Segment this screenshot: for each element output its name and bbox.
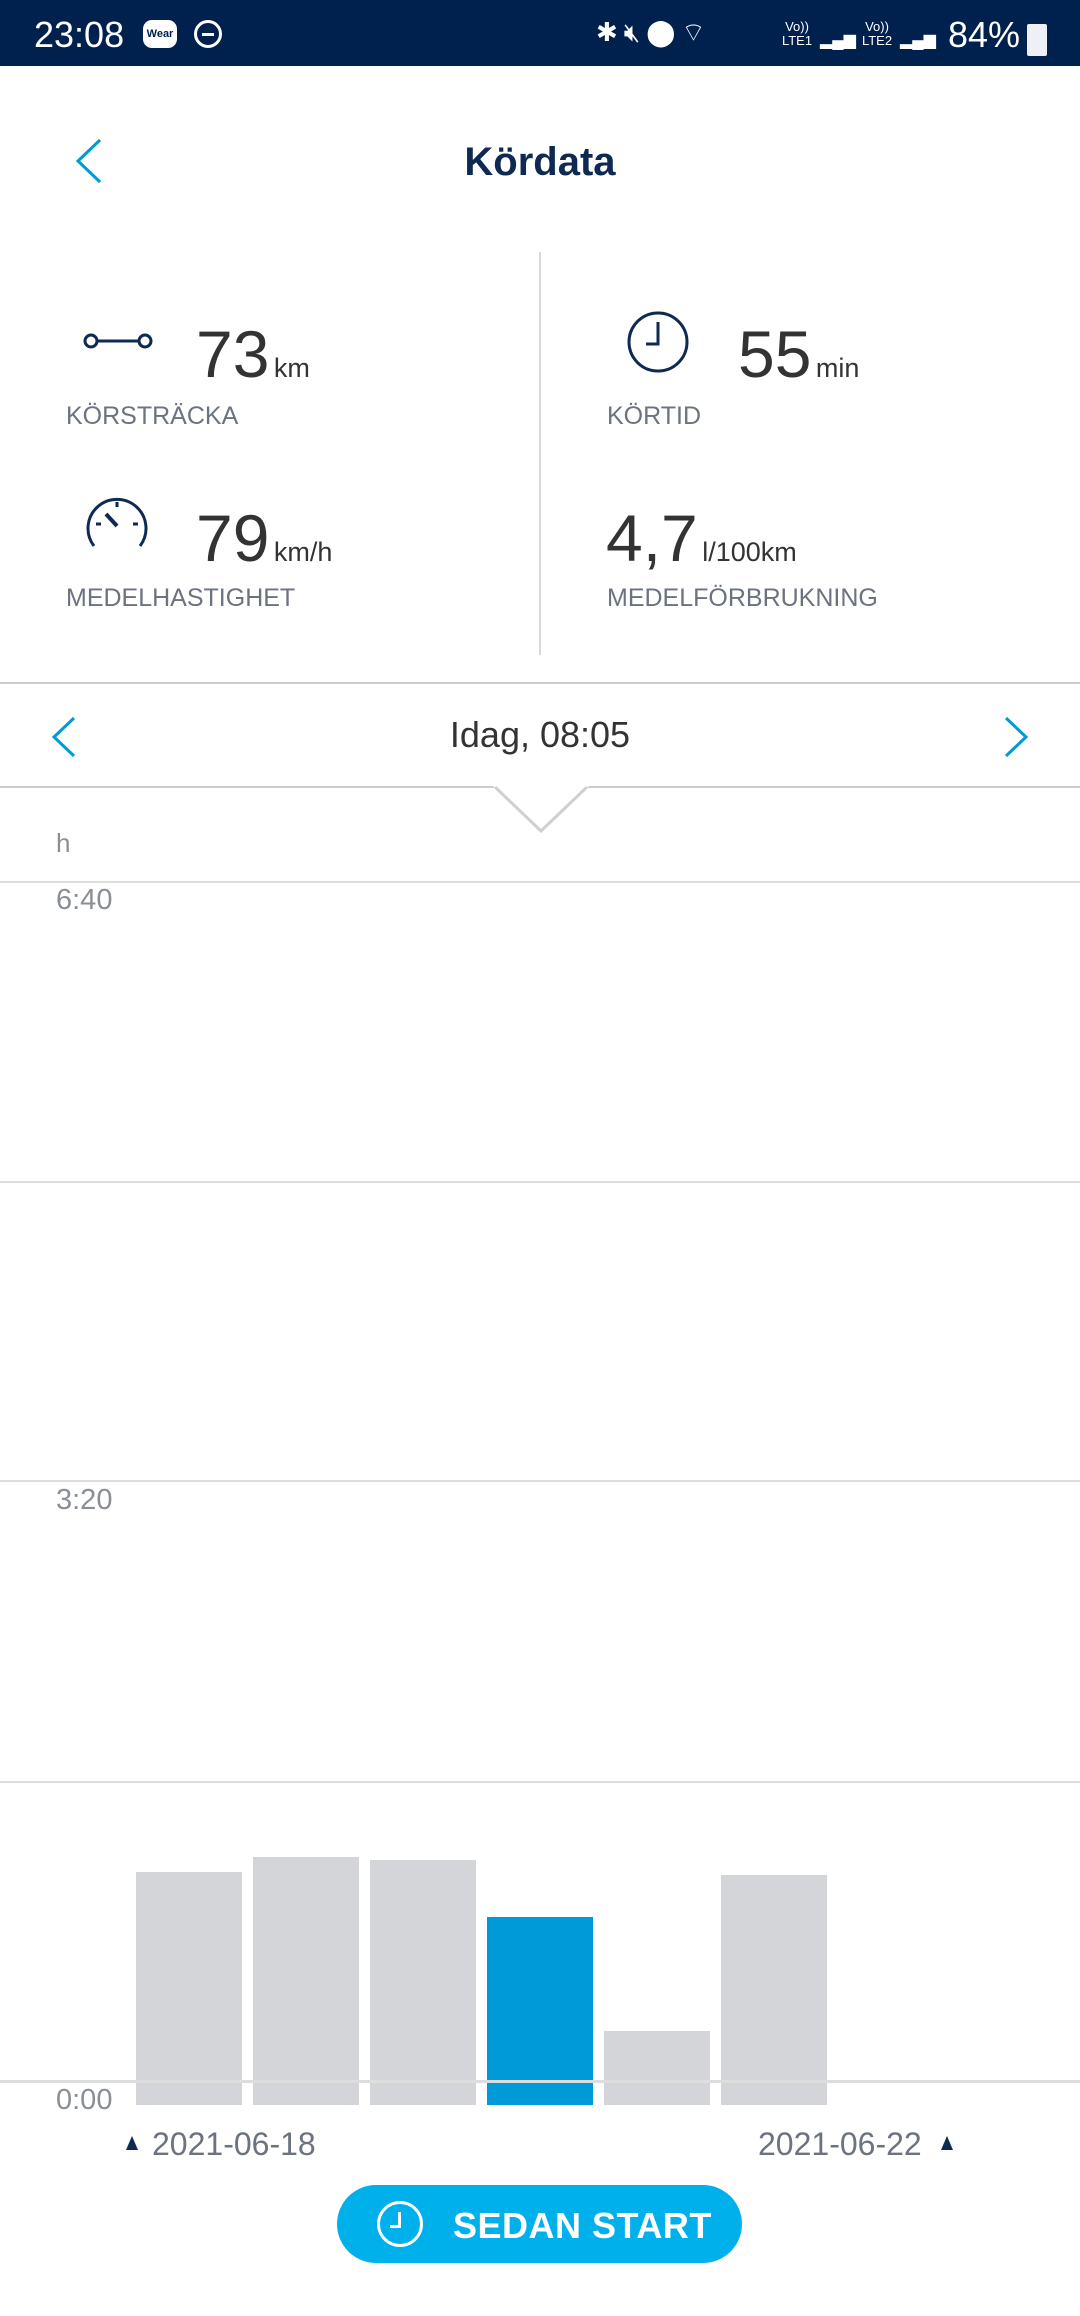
gridline (0, 1480, 1080, 1482)
bar[interactable] (370, 1860, 476, 2105)
consumption-label: MEDELFÖRBRUKNING (607, 584, 878, 612)
battery-icon (1027, 24, 1047, 56)
time-value: 55 (738, 317, 812, 391)
speed-label: MEDELHASTIGHET (66, 584, 296, 612)
gridline (0, 1781, 1080, 1783)
gridline (0, 1181, 1080, 1183)
time-unit: min (815, 353, 860, 383)
status-time: 23:08 (34, 14, 125, 55)
speed-stat: 79 km/h (196, 500, 332, 576)
lte1-label: Vo)) LTE1 (781, 19, 813, 48)
speed-unit: km/h (273, 537, 333, 567)
do-not-disturb-icon (194, 20, 222, 48)
clock-icon (627, 311, 689, 373)
bar[interactable] (721, 1875, 827, 2105)
time-stat: 55 min (738, 316, 859, 392)
distance-label: KÖRSTRÄCKA (66, 402, 239, 430)
mute-icon: 🔇︎ (623, 17, 647, 47)
divider (539, 252, 541, 655)
lte2-label: Vo)) LTE2 (861, 19, 893, 48)
lte1-signal-icon: ▂▄▆ (820, 32, 856, 49)
speed-value: 79 (196, 501, 270, 575)
end-marker-icon (941, 2136, 953, 2150)
x-label-end: 2021-06-22 (758, 2126, 922, 2162)
gridline (0, 881, 1080, 883)
y-tick-label: 0:00 (56, 2084, 113, 2116)
wifi-icon: ⌔ (681, 17, 712, 47)
speedometer-icon (86, 497, 148, 547)
since-start-label: SEDAN START (453, 2205, 712, 2246)
location-icon: ⬤ (646, 17, 682, 47)
start-marker-icon (126, 2136, 138, 2150)
current-date: Idag, 08:05 (449, 714, 631, 755)
distance-unit: km (273, 353, 310, 383)
since-start-button[interactable]: SEDAN START (337, 2185, 742, 2263)
time-label: KÖRTID (607, 402, 701, 430)
y-axis-unit: h (56, 828, 71, 858)
consumption-value: 4,7 (606, 501, 698, 575)
y-tick-label: 6:40 (56, 884, 113, 916)
lte2-signal-icon: ▂▄▆ (900, 32, 936, 49)
wear-icon: Wear (143, 20, 177, 48)
selection-pointer-icon (493, 786, 589, 834)
y-tick-label: 3:20 (56, 1484, 113, 1516)
distance-icon (83, 333, 153, 349)
distance-stat: 73 km (196, 316, 310, 392)
next-date-button[interactable] (1000, 714, 1034, 760)
battery-percent: 84% (948, 14, 1021, 55)
consumption-stat: 4,7 l/100km (606, 500, 797, 576)
bluetooth-icon: ✱ (596, 17, 624, 47)
clock-icon (377, 2201, 423, 2247)
x-label-start: 2021-06-18 (152, 2126, 316, 2162)
baseline (0, 2080, 1080, 2083)
bar-selected[interactable] (487, 1917, 593, 2105)
consumption-unit: l/100km (702, 537, 797, 567)
bar[interactable] (136, 1872, 242, 2105)
page-title: Kördata (464, 140, 616, 184)
distance-value: 73 (196, 317, 270, 391)
bar[interactable] (253, 1857, 359, 2105)
bar[interactable] (604, 2031, 710, 2105)
status-bar: 23:08 Wear ✱🔇︎⬤⌔ Vo)) LTE1 ▂▄▆ Vo)) LTE2… (0, 0, 1080, 66)
status-icons: ✱🔇︎⬤⌔ (596, 16, 712, 49)
